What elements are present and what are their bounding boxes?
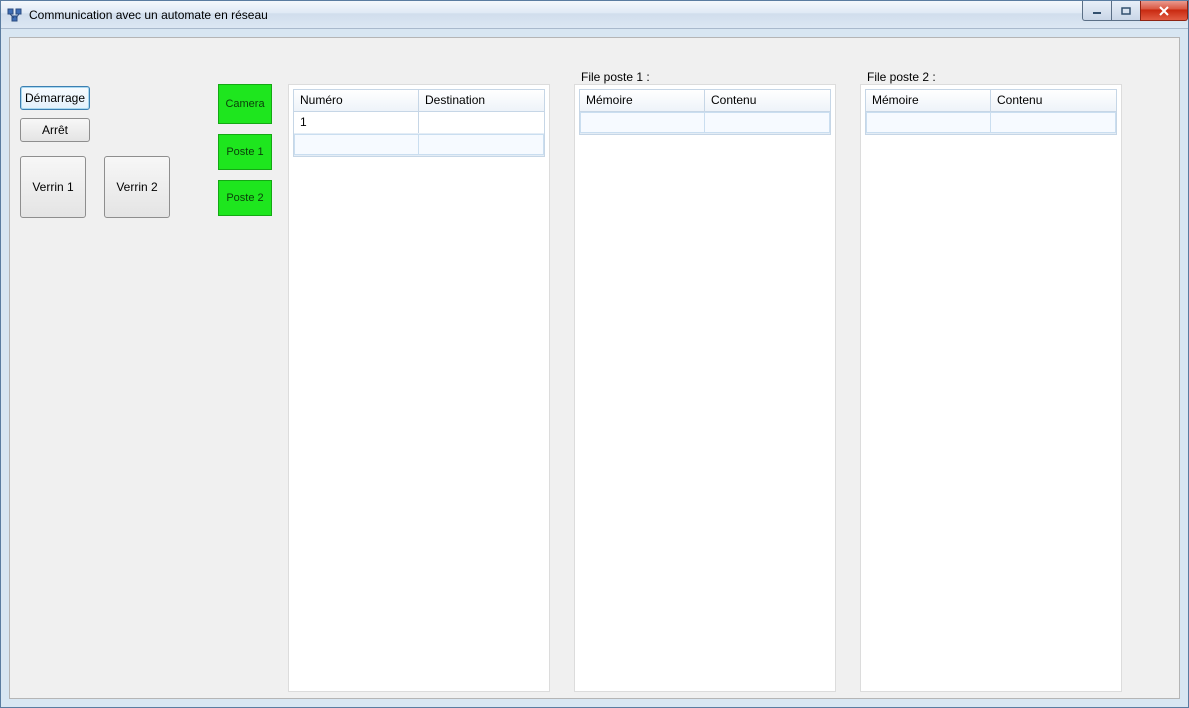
verrin1-button[interactable]: Verrin 1 bbox=[20, 156, 86, 218]
cell-contenu-new[interactable] bbox=[704, 112, 830, 133]
table-header: Mémoire Contenu bbox=[866, 90, 1116, 112]
demarrage-button[interactable]: Démarrage bbox=[20, 86, 90, 110]
grid-file-poste2[interactable]: Mémoire Contenu bbox=[865, 89, 1117, 135]
cell-numero[interactable]: 1 bbox=[294, 112, 419, 133]
maximize-button[interactable] bbox=[1111, 1, 1141, 21]
cell-destination[interactable] bbox=[419, 112, 544, 133]
minimize-button[interactable] bbox=[1082, 1, 1112, 21]
minimize-icon bbox=[1092, 7, 1102, 15]
close-button[interactable] bbox=[1140, 1, 1188, 21]
indicator-camera: Camera bbox=[218, 84, 272, 124]
file-poste2-container: File poste 2 : Mémoire Contenu bbox=[860, 84, 1122, 692]
col-numero[interactable]: Numéro bbox=[294, 90, 419, 112]
file-poste1-legend: File poste 1 : bbox=[579, 70, 652, 84]
file-poste1-container: File poste 1 : Mémoire Contenu bbox=[574, 84, 836, 692]
cell-destination-new[interactable] bbox=[418, 134, 544, 155]
indicator-poste2: Poste 2 bbox=[218, 180, 272, 216]
client-area: Démarrage Arrêt Verrin 1 Verrin 2 Camera… bbox=[1, 29, 1188, 707]
col-contenu[interactable]: Contenu bbox=[991, 90, 1116, 112]
table-new-row[interactable] bbox=[866, 112, 1116, 134]
cell-memoire-new[interactable] bbox=[580, 112, 705, 133]
table-row[interactable]: 1 bbox=[294, 112, 544, 134]
arret-button[interactable]: Arrêt bbox=[20, 118, 90, 142]
cell-contenu-new[interactable] bbox=[990, 112, 1116, 133]
maximize-icon bbox=[1121, 7, 1131, 15]
window-controls bbox=[1083, 1, 1188, 21]
main-panel: Démarrage Arrêt Verrin 1 Verrin 2 Camera… bbox=[9, 37, 1180, 699]
table-header: Numéro Destination bbox=[294, 90, 544, 112]
file-poste2-legend: File poste 2 : bbox=[865, 70, 938, 84]
window-title: Communication avec un automate en réseau bbox=[29, 8, 268, 22]
grid-main[interactable]: Numéro Destination 1 bbox=[293, 89, 545, 157]
grid-main-container: Numéro Destination 1 bbox=[288, 84, 550, 692]
cell-memoire-new[interactable] bbox=[866, 112, 991, 133]
titlebar[interactable]: Communication avec un automate en réseau bbox=[1, 1, 1188, 29]
col-destination[interactable]: Destination bbox=[419, 90, 544, 112]
col-memoire[interactable]: Mémoire bbox=[580, 90, 705, 112]
indicator-poste1: Poste 1 bbox=[218, 134, 272, 170]
app-icon bbox=[7, 7, 23, 23]
table-new-row[interactable] bbox=[294, 134, 544, 156]
col-memoire[interactable]: Mémoire bbox=[866, 90, 991, 112]
close-icon bbox=[1158, 6, 1170, 16]
table-header: Mémoire Contenu bbox=[580, 90, 830, 112]
table-new-row[interactable] bbox=[580, 112, 830, 134]
application-window: Communication avec un automate en réseau… bbox=[0, 0, 1189, 708]
grid-file-poste1[interactable]: Mémoire Contenu bbox=[579, 89, 831, 135]
col-contenu[interactable]: Contenu bbox=[705, 90, 830, 112]
cell-numero-new[interactable] bbox=[294, 134, 419, 155]
verrin2-button[interactable]: Verrin 2 bbox=[104, 156, 170, 218]
